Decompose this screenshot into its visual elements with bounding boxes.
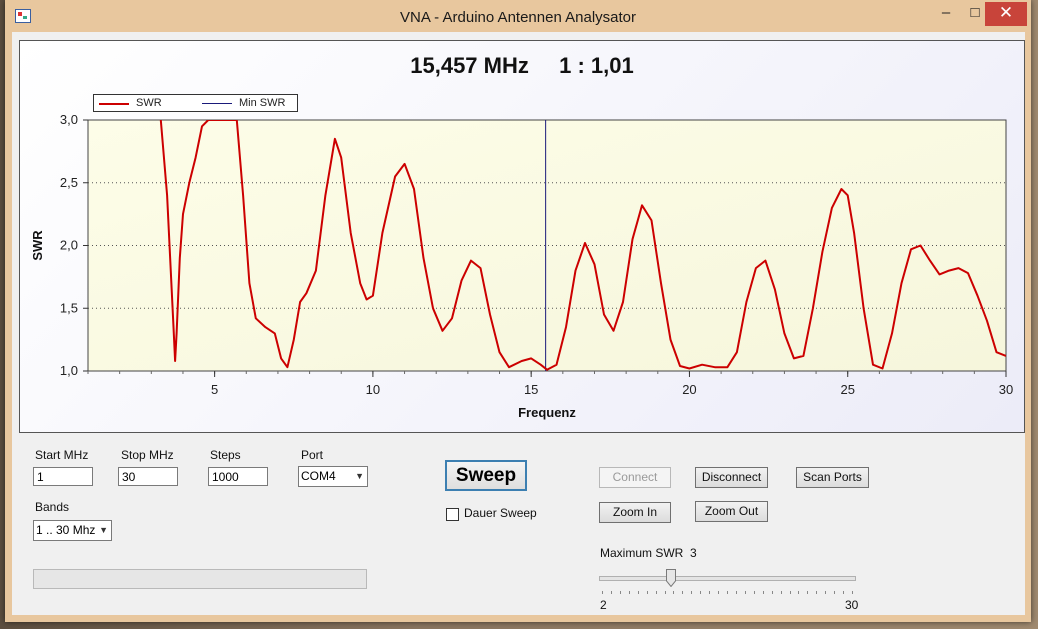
maximize-icon: □ — [970, 4, 980, 21]
slider-tick — [673, 591, 675, 594]
minimize-button[interactable]: – — [933, 2, 959, 26]
slider-tick — [664, 591, 666, 594]
slider-tick — [682, 591, 684, 594]
slider-tick — [727, 591, 728, 594]
max-swr-value: 3 — [690, 546, 697, 560]
chevron-down-icon: ▼ — [99, 525, 108, 535]
slider-tick — [628, 591, 630, 594]
y-axis-label: SWR — [30, 230, 45, 261]
slider-tick — [718, 591, 720, 594]
y-tick-label: 2,5 — [60, 175, 78, 190]
slider-tick — [602, 591, 603, 594]
slider-tick — [646, 591, 648, 594]
max-swr-label-text: Maximum SWR — [600, 546, 684, 560]
slider-tick — [798, 591, 800, 594]
x-tick-label: 10 — [366, 382, 380, 397]
dauer-sweep-checkbox[interactable] — [446, 508, 459, 521]
slider-tick — [825, 591, 827, 594]
slider-tick — [771, 591, 773, 594]
steps-input[interactable]: 1000 — [208, 467, 268, 486]
slider-tick — [852, 591, 853, 594]
slider-tick — [619, 591, 621, 594]
progress-bar — [33, 569, 367, 589]
dauer-sweep-label[interactable]: Dauer Sweep — [464, 506, 537, 520]
slider-tick — [789, 591, 791, 594]
x-tick-label: 20 — [682, 382, 696, 397]
minimize-icon: – — [941, 4, 951, 21]
slider-tick — [744, 591, 746, 594]
slider-min-label: 2 — [600, 598, 607, 612]
slider-tick — [735, 591, 737, 594]
y-tick-label: 1,5 — [60, 300, 78, 315]
slider-tick — [753, 591, 755, 594]
slider-tick — [655, 591, 657, 594]
chart-legend: SWR Min SWR — [93, 94, 298, 112]
start-mhz-input[interactable]: 1 — [33, 467, 93, 486]
port-select-value: COM4 — [301, 469, 336, 483]
port-select[interactable]: COM4 ▼ — [298, 466, 368, 487]
app-window: VNA - Arduino Antennen Analysator – □ ✕ … — [5, 0, 1031, 622]
slider-tick — [762, 591, 764, 594]
zoom-out-button[interactable]: Zoom Out — [695, 501, 768, 522]
close-icon: ✕ — [998, 3, 1014, 22]
title-bar[interactable]: VNA - Arduino Antennen Analysator – □ ✕ — [5, 0, 1031, 32]
y-tick-label: 2,0 — [60, 238, 78, 253]
chevron-down-icon: ▼ — [355, 471, 364, 481]
slider-tick — [843, 591, 845, 594]
max-swr-label: Maximum SWR 3 — [600, 546, 697, 560]
max-swr-slider-track[interactable] — [599, 576, 856, 581]
bands-select-value: 1 .. 30 Mhz — [36, 523, 96, 537]
port-label: Port — [301, 448, 324, 462]
bands-select[interactable]: 1 .. 30 Mhz ▼ — [33, 520, 112, 541]
legend-min-swr-label: Min SWR — [239, 97, 286, 109]
y-tick-label: 1,0 — [60, 363, 78, 378]
max-swr-slider-thumb[interactable] — [665, 569, 676, 587]
bands-label: Bands — [35, 500, 70, 514]
legend-min-swr-swatch — [202, 103, 232, 104]
x-axis-label: Frequenz — [518, 405, 576, 420]
legend-swr-swatch — [99, 103, 129, 105]
slider-tick — [807, 591, 809, 594]
slider-tick — [691, 591, 693, 594]
disconnect-button[interactable]: Disconnect — [695, 467, 768, 488]
connect-button[interactable]: Connect — [599, 467, 671, 488]
slider-max-label: 30 — [845, 598, 859, 612]
slider-tick — [700, 591, 702, 594]
swr-chart: 15,457 MHz 1 : 1,01 1,0 1,5 2,0 2,5 3,0 5 10 15… — [19, 40, 1025, 433]
close-button[interactable]: ✕ — [985, 2, 1027, 26]
slider-tick — [816, 591, 818, 594]
slider-tick — [709, 591, 711, 594]
legend-swr-label: SWR — [136, 97, 162, 109]
x-tick-label: 5 — [211, 382, 218, 397]
x-tick-label: 30 — [999, 382, 1013, 397]
slider-tick — [834, 591, 836, 594]
y-tick-label: 3,0 — [60, 112, 78, 127]
slider-tick — [780, 591, 782, 594]
sweep-button[interactable]: Sweep — [445, 460, 527, 491]
stop-mhz-label: Stop MHz — [121, 448, 174, 462]
slider-tick — [610, 591, 612, 594]
stop-mhz-input[interactable]: 30 — [118, 467, 178, 486]
zoom-in-button[interactable]: Zoom In — [599, 502, 671, 523]
x-tick-label: 15 — [524, 382, 538, 397]
window-title: VNA - Arduino Antennen Analysator — [400, 9, 636, 26]
steps-label: Steps — [210, 448, 241, 462]
slider-tick — [637, 591, 639, 594]
client-area: 15,457 MHz 1 : 1,01 1,0 1,5 2,0 2,5 3,0 5 10 15… — [12, 32, 1025, 615]
start-mhz-label: Start MHz — [35, 448, 89, 462]
x-tick-label: 25 — [840, 382, 854, 397]
scan-ports-button[interactable]: Scan Ports — [796, 467, 869, 488]
